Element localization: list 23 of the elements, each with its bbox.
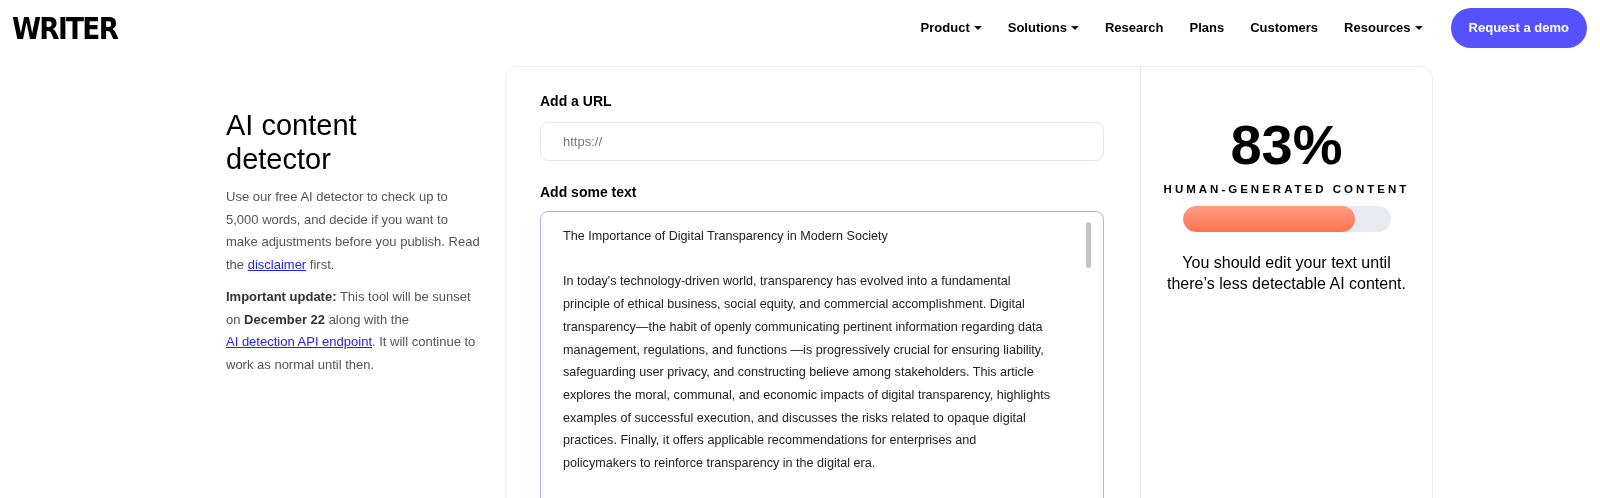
- text-body: In today's technology-driven world, transparency has evolved into a fundamental principle of ethical business, social equity, and commercial accomplishment. Digital transparency—the habit of openly communicating pertinent information regarding data management, regulations, and functions —is progressively crucial for ensuring liability, safeguarding user privacy, and constructing believe among stakeholders. This article explores the moral, communal, and economic impacts of digital transparency, highlights examples of successful execution, and discusses the risks related to opaque digital practices. Finally, it offers applicable recommendations for enterprises and policymakers to reinforce transparency in the digital era.: [563, 273, 1051, 472]
- nav-link[interactable]: Customers: [1250, 18, 1319, 38]
- request-demo-button[interactable]: Request a demo: [1450, 8, 1587, 48]
- logo[interactable]: WRITER: [12, 12, 118, 44]
- update-notice: Important update: This tool will be sunset on December 22 along with the AI detection API endpoint. It will continue to work as normal until then.: [226, 288, 477, 374]
- text-input[interactable]: [540, 211, 1104, 498]
- url-label: Add a URL: [540, 92, 613, 111]
- text-label: Add some text: [540, 183, 638, 202]
- nav-link[interactable]: Resources: [1344, 18, 1423, 38]
- text-link[interactable]: AI detection API endpoint: [226, 334, 372, 349]
- text-link[interactable]: disclaimer: [247, 256, 307, 272]
- page-title: AI content detector: [226, 108, 358, 176]
- score-label: HUMAN-GENERATED CONTENT: [1163, 182, 1410, 197]
- description-text: Use our free AI detector to check up to 5,000 words, and decide if you want to make adjustments before you publish. Read the disclaimer first.: [226, 188, 481, 274]
- nav-link[interactable]: Plans: [1189, 18, 1225, 38]
- nav-link[interactable]: Research: [1104, 18, 1164, 38]
- nav-link[interactable]: Solutions: [1007, 18, 1079, 38]
- score-value: 83%: [1230, 115, 1343, 175]
- result-message: You should edit your text until there’s less detectable AI content.: [1166, 253, 1407, 295]
- nav-link[interactable]: Product: [920, 18, 982, 38]
- url-input[interactable]: https://: [540, 122, 1104, 161]
- scrollbar-thumb[interactable]: [1086, 222, 1091, 268]
- text-title: The Importance of Digital Transparency in Modern Society: [563, 228, 889, 245]
